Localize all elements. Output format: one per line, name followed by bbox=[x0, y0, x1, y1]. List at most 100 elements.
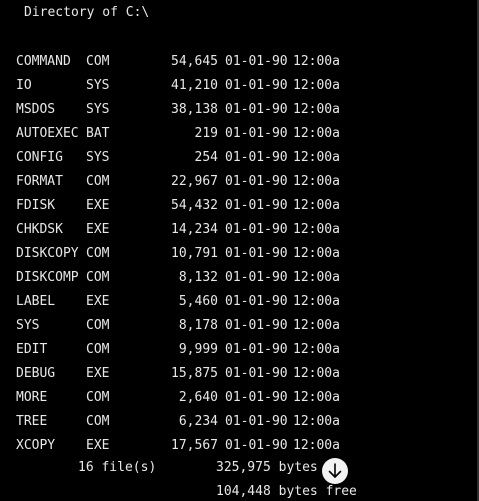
file-row: TREE COM 6,234 01-01-90 12:00a bbox=[0, 414, 479, 438]
file-size: 38,138 bbox=[171, 102, 218, 117]
file-extension: EXE bbox=[86, 438, 110, 453]
file-date: 01-01-90 bbox=[225, 198, 288, 213]
file-date: 01-01-90 bbox=[225, 390, 288, 405]
file-size: 17,567 bbox=[171, 438, 218, 453]
file-size: 41,210 bbox=[171, 78, 218, 93]
file-size: 219 bbox=[194, 126, 218, 141]
file-row: COMMAND COM 54,645 01-01-90 12:00a bbox=[0, 54, 479, 78]
file-date: 01-01-90 bbox=[225, 342, 288, 357]
file-date: 01-01-90 bbox=[225, 54, 288, 69]
file-row: LABEL EXE 5,460 01-01-90 12:00a bbox=[0, 294, 479, 318]
file-time: 12:00a bbox=[293, 318, 340, 333]
file-date: 01-01-90 bbox=[225, 102, 288, 117]
file-extension: EXE bbox=[86, 294, 110, 309]
file-row: DISKCOPY COM 10,791 01-01-90 12:00a bbox=[0, 246, 479, 270]
file-extension: COM bbox=[86, 390, 110, 405]
file-name: LABEL bbox=[16, 294, 56, 309]
file-name: AUTOEXEC bbox=[16, 126, 79, 141]
file-extension: COM bbox=[86, 246, 110, 261]
file-count: 16 file(s) bbox=[78, 460, 157, 475]
file-date: 01-01-90 bbox=[225, 126, 288, 141]
file-size: 8,178 bbox=[178, 318, 218, 333]
file-size: 22,967 bbox=[171, 174, 218, 189]
file-name: MORE bbox=[16, 390, 48, 405]
file-time: 12:00a bbox=[293, 246, 340, 261]
file-extension: EXE bbox=[86, 198, 110, 213]
file-time: 12:00a bbox=[293, 294, 340, 309]
file-time: 12:00a bbox=[293, 414, 340, 429]
file-date: 01-01-90 bbox=[225, 438, 288, 453]
file-date: 01-01-90 bbox=[225, 294, 288, 309]
total-bytes: 325,975 bytes bbox=[216, 460, 318, 475]
file-time: 12:00a bbox=[293, 390, 340, 405]
file-time: 12:00a bbox=[293, 54, 340, 69]
file-time: 12:00a bbox=[293, 438, 340, 453]
file-extension: BAT bbox=[86, 126, 110, 141]
file-time: 12:00a bbox=[293, 150, 340, 165]
file-time: 12:00a bbox=[293, 222, 340, 237]
file-size: 254 bbox=[194, 150, 218, 165]
file-time: 12:00a bbox=[293, 78, 340, 93]
file-size: 54,645 bbox=[171, 54, 218, 69]
file-name: CHKDSK bbox=[16, 222, 63, 237]
file-extension: COM bbox=[86, 54, 110, 69]
file-time: 12:00a bbox=[293, 270, 340, 285]
file-name: TREE bbox=[16, 414, 48, 429]
file-row: FDISK EXE 54,432 01-01-90 12:00a bbox=[0, 198, 479, 222]
file-extension: COM bbox=[86, 174, 110, 189]
file-time: 12:00a bbox=[293, 342, 340, 357]
file-size: 14,234 bbox=[171, 222, 218, 237]
file-extension: EXE bbox=[86, 366, 110, 381]
directory-header: Directory of C:\ bbox=[24, 5, 150, 20]
file-name: SYS bbox=[16, 318, 40, 333]
file-name: FORMAT bbox=[16, 174, 63, 189]
file-extension: COM bbox=[86, 342, 110, 357]
file-date: 01-01-90 bbox=[225, 150, 288, 165]
file-size: 6,234 bbox=[178, 414, 218, 429]
file-extension: SYS bbox=[86, 78, 110, 93]
file-date: 01-01-90 bbox=[225, 222, 288, 237]
console-window: Directory of C:\ COMMAND COM 54,645 01-01-9… bbox=[0, 0, 479, 501]
file-row: MORE COM 2,640 01-01-90 12:00a bbox=[0, 390, 479, 414]
file-row: EDIT COM 9,999 01-01-90 12:00a bbox=[0, 342, 479, 366]
file-time: 12:00a bbox=[293, 126, 340, 141]
file-row: XCOPY EXE 17,567 01-01-90 12:00a bbox=[0, 438, 479, 462]
file-name: XCOPY bbox=[16, 438, 56, 453]
file-date: 01-01-90 bbox=[225, 366, 288, 381]
file-time: 12:00a bbox=[293, 366, 340, 381]
file-row: SYS COM 8,178 01-01-90 12:00a bbox=[0, 318, 479, 342]
file-name: MSDOS bbox=[16, 102, 56, 117]
file-size: 2,640 bbox=[178, 390, 218, 405]
file-extension: EXE bbox=[86, 222, 110, 237]
file-extension: COM bbox=[86, 414, 110, 429]
file-name: CONFIG bbox=[16, 150, 63, 165]
file-size: 54,432 bbox=[171, 198, 218, 213]
file-row: MSDOS SYS 38,138 01-01-90 12:00a bbox=[0, 102, 479, 126]
file-row: DISKCOMP COM 8,132 01-01-90 12:00a bbox=[0, 270, 479, 294]
file-name: EDIT bbox=[16, 342, 48, 357]
file-date: 01-01-90 bbox=[225, 78, 288, 93]
file-name: COMMAND bbox=[16, 54, 71, 69]
file-extension: SYS bbox=[86, 150, 110, 165]
file-row: FORMAT COM 22,967 01-01-90 12:00a bbox=[0, 174, 479, 198]
file-row: DEBUG EXE 15,875 01-01-90 12:00a bbox=[0, 366, 479, 390]
file-row: CHKDSK EXE 14,234 01-01-90 12:00a bbox=[0, 222, 479, 246]
file-date: 01-01-90 bbox=[225, 246, 288, 261]
file-row: IO SYS 41,210 01-01-90 12:00a bbox=[0, 78, 479, 102]
arrow-down-icon bbox=[328, 463, 342, 478]
file-size: 5,460 bbox=[178, 294, 218, 309]
file-size: 8,132 bbox=[178, 270, 218, 285]
scroll-to-bottom-button[interactable] bbox=[322, 458, 348, 484]
file-list: COMMAND COM 54,645 01-01-90 12:00a IO SYS 41,21… bbox=[0, 54, 479, 462]
file-time: 12:00a bbox=[293, 174, 340, 189]
file-extension: COM bbox=[86, 318, 110, 333]
free-bytes: 104,448 bytes free bbox=[216, 484, 357, 499]
file-date: 01-01-90 bbox=[225, 270, 288, 285]
file-name: DEBUG bbox=[16, 366, 56, 381]
file-date: 01-01-90 bbox=[225, 318, 288, 333]
file-date: 01-01-90 bbox=[225, 174, 288, 189]
file-name: IO bbox=[16, 78, 32, 93]
file-time: 12:00a bbox=[293, 198, 340, 213]
file-extension: SYS bbox=[86, 102, 110, 117]
file-time: 12:00a bbox=[293, 102, 340, 117]
